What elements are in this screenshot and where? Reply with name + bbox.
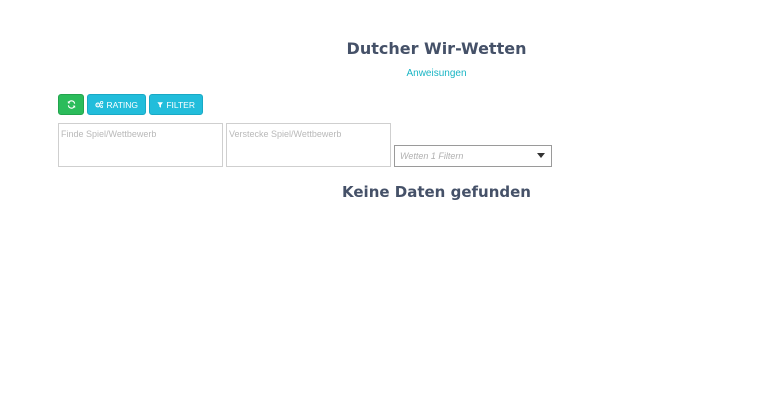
find-game-input[interactable] xyxy=(58,123,223,167)
refresh-button[interactable] xyxy=(58,94,84,115)
hide-game-input[interactable] xyxy=(226,123,391,167)
toolbar: RATING FILTER xyxy=(58,94,203,115)
empty-state-message: Keine Daten gefunden xyxy=(342,183,531,201)
filter-button[interactable]: FILTER xyxy=(149,94,203,115)
instructions-link[interactable]: Anweisungen xyxy=(0,68,760,79)
rating-button[interactable]: RATING xyxy=(87,94,146,115)
bet-filter-select[interactable]: Wetten 1 Filtern xyxy=(394,145,552,167)
bet-filter-placeholder: Wetten 1 Filtern xyxy=(400,151,464,161)
page-title: Dutcher Wir-Wetten xyxy=(346,39,527,58)
rating-button-label: RATING xyxy=(106,99,138,110)
gears-icon xyxy=(95,100,104,109)
chevron-down-icon xyxy=(537,153,545,158)
filter-button-label: FILTER xyxy=(166,99,195,110)
refresh-icon xyxy=(67,100,75,109)
funnel-icon xyxy=(157,101,163,108)
